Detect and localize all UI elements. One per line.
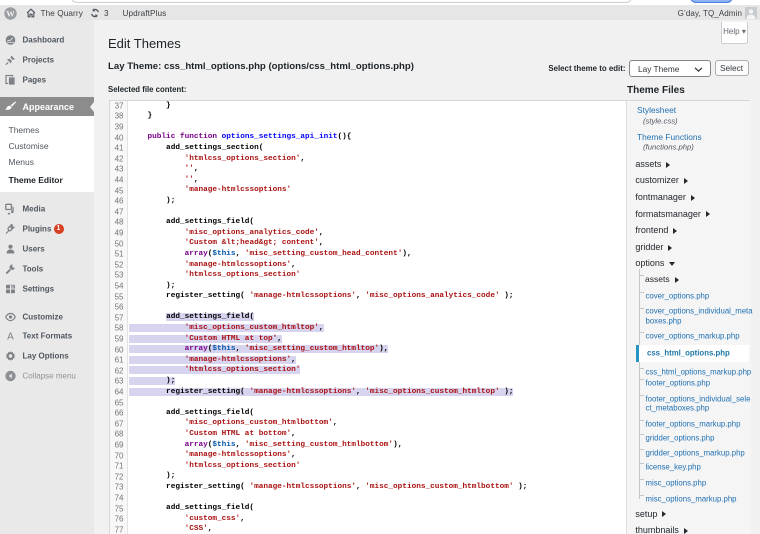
svg-text:A: A [7,331,14,341]
svg-text:W: W [6,8,15,18]
